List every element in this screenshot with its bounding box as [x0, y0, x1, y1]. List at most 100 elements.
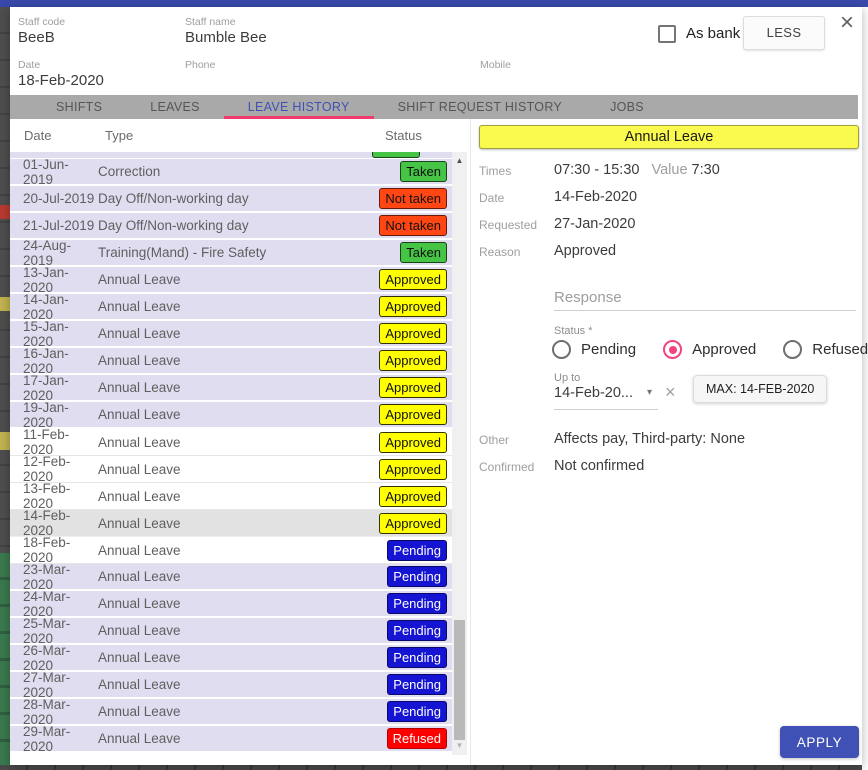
detail-date-label: Date [479, 191, 504, 205]
table-row[interactable]: 13-Feb-2020Annual Leave Approved [10, 483, 452, 510]
cell-date: 19-Jan-2020 [10, 400, 98, 430]
tab-shift-request-history[interactable]: SHIFT REQUEST HISTORY [374, 95, 586, 119]
radio-refused[interactable]: Refused [783, 340, 868, 359]
background-shift-block [0, 205, 10, 219]
cell-status: Pending [342, 620, 452, 641]
value-amount: 7:30 [692, 162, 720, 178]
table-row[interactable]: 29-Mar-2020Annual LeaveRefused [10, 726, 452, 753]
staff-code-value: BeeB [18, 29, 55, 46]
detail-date-value: 14-Feb-2020 [554, 189, 637, 205]
tab-leaves[interactable]: LEAVES [126, 95, 224, 119]
cell-status: Approved [342, 296, 452, 317]
cell-date: 01-Jun-2019 [10, 157, 98, 187]
table-row[interactable]: 14-Jan-2020Annual LeaveApproved [10, 294, 452, 321]
cell-status: Pending [342, 647, 452, 668]
background-shift-block [0, 297, 10, 311]
status-badge: Approved [379, 404, 447, 425]
cell-type: Annual Leave [98, 650, 342, 665]
status-badge [372, 152, 420, 158]
table-row[interactable]: 24-Aug-2019Training(Mand) - Fire SafetyT… [10, 240, 452, 267]
leave-detail-panel: Annual Leave Times 07:30 - 15:30 Value 7… [470, 119, 862, 765]
table-scrollbar[interactable]: ▲ ▼ [452, 152, 467, 755]
table-row[interactable]: 26-Mar-2020Annual Leave Pending [10, 645, 452, 672]
status-badge: Pending [387, 620, 447, 641]
scrollbar-thumb[interactable] [454, 620, 465, 740]
requested-value: 27-Jan-2020 [554, 216, 635, 232]
status-badge: Approved [379, 269, 447, 290]
other-label: Other [479, 433, 509, 447]
cell-date: 12-Feb-2020 [10, 454, 98, 484]
cell-date: 18-Feb-2020 [10, 535, 98, 565]
cell-date: 24-Aug-2019 [10, 238, 98, 268]
radio-pending[interactable]: Pending [552, 340, 636, 359]
table-row[interactable]: 23-Mar-2020Annual LeavePending [10, 564, 452, 591]
app-top-bar [0, 0, 868, 7]
radio-icon [552, 340, 571, 359]
table-row[interactable]: 15-Jan-2020Annual LeaveApproved [10, 321, 452, 348]
cell-type: Annual Leave [98, 543, 342, 558]
cell-status: Pending [342, 566, 452, 587]
table-row-partial[interactable] [10, 152, 452, 159]
table-row[interactable]: 28-Mar-2020Annual Leave Pending [10, 699, 452, 726]
table-row[interactable]: 12-Feb-2020Annual LeaveApproved [10, 456, 452, 483]
status-badge: Approved [379, 432, 447, 453]
cell-date: 13-Jan-2020 [10, 265, 98, 295]
tab-shifts[interactable]: SHIFTS [32, 95, 126, 119]
table-row[interactable]: 18-Feb-2020Annual Leave Pending [10, 537, 452, 564]
cell-type: Annual Leave [98, 677, 342, 692]
upto-dropdown[interactable]: 14-Feb-20... [554, 385, 633, 401]
column-header-date: Date [24, 128, 51, 143]
table-row[interactable]: 11-Feb-2020Annual LeaveApproved [10, 429, 452, 456]
table-row[interactable]: 13-Jan-2020Annual LeaveApproved [10, 267, 452, 294]
status-badge: Pending [387, 647, 447, 668]
status-badge: Pending [387, 540, 447, 561]
cell-type: Annual Leave [98, 704, 342, 719]
cell-type: Annual Leave [98, 569, 342, 584]
table-row[interactable]: 27-Mar-2020Annual LeavePending [10, 672, 452, 699]
status-badge: Taken [400, 242, 447, 263]
table-row[interactable]: 19-Jan-2020Annual LeaveApproved [10, 402, 452, 429]
radio-icon [663, 340, 682, 359]
table-row[interactable]: 25-Mar-2020Annual LeavePending [10, 618, 452, 645]
cell-status: Approved [342, 377, 452, 398]
apply-button[interactable]: APPLY [780, 726, 859, 758]
cell-date: 28-Mar-2020 [10, 697, 98, 727]
table-row[interactable]: 24-Mar-2020Annual LeavePending [10, 591, 452, 618]
cell-status: Taken [342, 242, 452, 263]
reason-value: Approved [554, 243, 616, 259]
status-badge: Pending [387, 701, 447, 722]
radio-label: Approved [692, 341, 756, 358]
table-row[interactable]: 14-Feb-2020Annual LeaveApproved [10, 510, 452, 537]
chevron-down-icon[interactable]: ▾ [647, 387, 652, 398]
table-row[interactable]: 21-Jul-2019Day Off/Non-working day Not ta… [10, 213, 452, 240]
response-input[interactable] [554, 285, 856, 311]
cell-date: 13-Feb-2020 [10, 481, 98, 511]
status-badge: Approved [379, 486, 447, 507]
table-row[interactable]: 01-Jun-2019CorrectionTaken [10, 159, 452, 186]
status-badge: Approved [379, 350, 447, 371]
table-row[interactable]: 17-Jan-2020Annual LeaveApproved [10, 375, 452, 402]
cell-status: Approved [342, 269, 452, 290]
scroll-up-icon[interactable]: ▲ [452, 154, 467, 168]
cell-date: 23-Mar-2020 [10, 562, 98, 592]
upto-label: Up to [554, 372, 580, 384]
cell-date: 26-Mar-2020 [10, 643, 98, 673]
cell-date: 21-Jul-2019 [10, 218, 98, 233]
less-button[interactable]: LESS [743, 16, 825, 50]
tab-jobs[interactable]: JOBS [586, 95, 668, 119]
upto-underline [554, 409, 658, 410]
tab-leave-history[interactable]: LEAVE HISTORY [224, 95, 374, 119]
close-icon[interactable]: × [840, 9, 854, 37]
cell-type: Day Off/Non-working day [98, 218, 342, 233]
radio-approved[interactable]: Approved [663, 340, 756, 359]
scroll-down-icon[interactable]: ▼ [452, 739, 467, 753]
status-badge: Not taken [379, 215, 447, 236]
as-bank-checkbox[interactable] [658, 25, 676, 43]
status-badge: Refused [387, 728, 447, 749]
cell-date: 11-Feb-2020 [10, 427, 98, 457]
cell-type: Annual Leave [98, 489, 342, 504]
status-badge: Approved [379, 513, 447, 534]
clear-icon[interactable]: × [665, 382, 676, 403]
table-row[interactable]: 20-Jul-2019Day Off/Non-working dayNot ta… [10, 186, 452, 213]
table-row[interactable]: 16-Jan-2020Annual LeaveApproved [10, 348, 452, 375]
